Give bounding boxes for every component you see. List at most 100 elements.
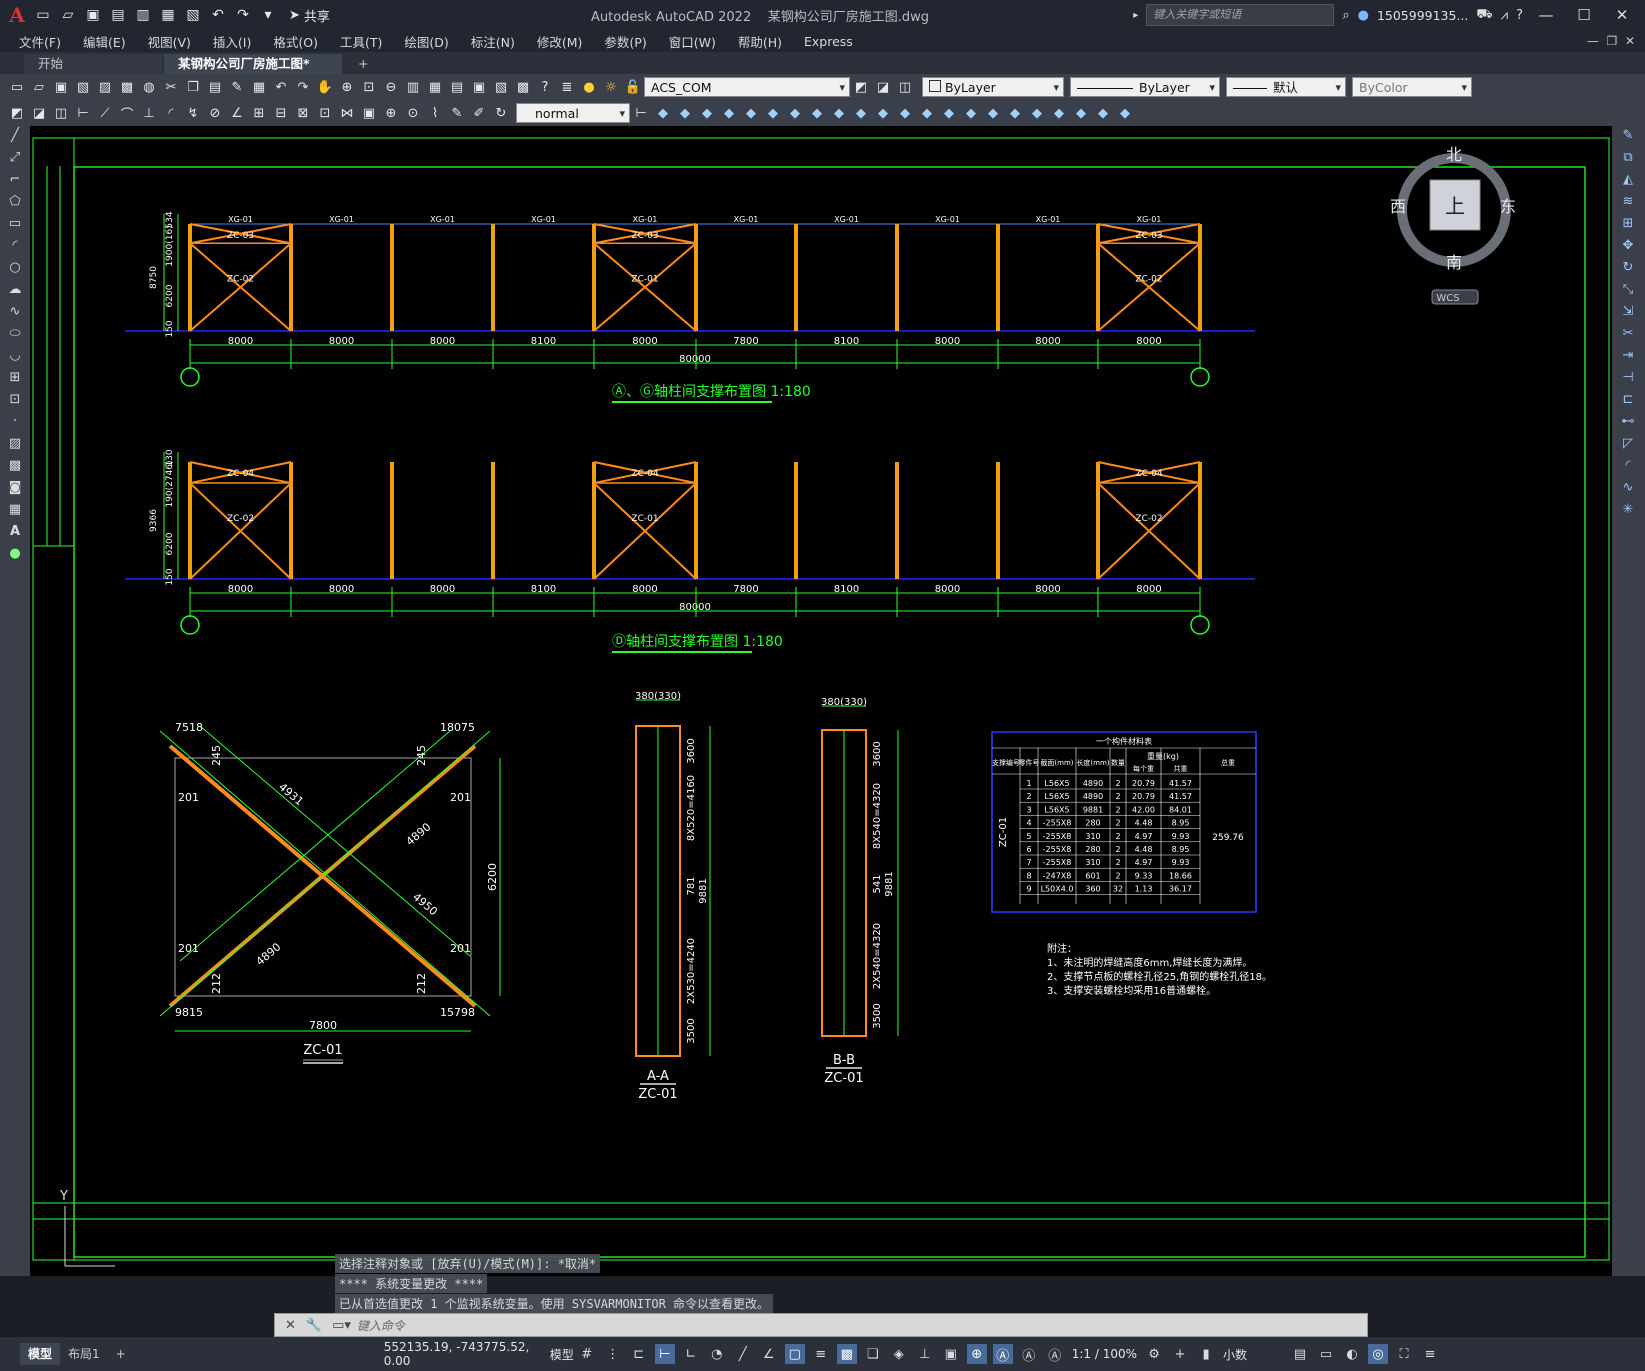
- layer-on-icon[interactable]: ●: [580, 78, 598, 96]
- layer-state-icon[interactable]: ◫: [896, 78, 914, 96]
- explode-icon[interactable]: ✳: [1616, 502, 1640, 522]
- dim-baseline-icon[interactable]: ⊟: [272, 104, 290, 122]
- clean-screen-icon[interactable]: ⛶: [1394, 1344, 1414, 1364]
- redo-icon[interactable]: ↷: [233, 6, 253, 24]
- lock-ui-icon[interactable]: ▭: [1316, 1344, 1336, 1364]
- layer-previous-icon[interactable]: ◪: [874, 78, 892, 96]
- offset-icon[interactable]: ≋: [1616, 194, 1640, 214]
- object-snap-tracking-icon[interactable]: ∠: [759, 1344, 779, 1364]
- compass-east[interactable]: 东: [1500, 197, 1516, 216]
- 3dalign-icon[interactable]: ◆: [1094, 104, 1112, 122]
- annotation-scale-icon[interactable]: Ⓐ: [1045, 1344, 1065, 1364]
- line-icon[interactable]: ╱: [3, 128, 27, 148]
- tool-palettes-icon[interactable]: ▤: [448, 78, 466, 96]
- dim-edit-icon[interactable]: ✎: [448, 104, 466, 122]
- cut-icon[interactable]: ✂: [162, 78, 180, 96]
- tab-start[interactable]: 开始: [24, 54, 162, 74]
- tolerance-icon[interactable]: ▣: [360, 104, 378, 122]
- wedge-icon[interactable]: ◆: [764, 104, 782, 122]
- pyramid-icon[interactable]: ◆: [786, 104, 804, 122]
- jogged-linear-icon[interactable]: ⌇: [426, 104, 444, 122]
- open-file-icon[interactable]: ▱: [58, 6, 78, 24]
- menu-file[interactable]: 文件(F): [8, 32, 72, 51]
- recent-commands-icon[interactable]: ▭▾: [332, 1318, 351, 1333]
- region-icon[interactable]: ◙: [3, 480, 27, 500]
- menu-format[interactable]: 格式(O): [262, 32, 329, 51]
- gizmo-icon[interactable]: ⊕: [966, 1344, 987, 1364]
- box-icon[interactable]: ◆: [654, 104, 672, 122]
- compass-west[interactable]: 西: [1390, 197, 1406, 216]
- layer-dropdown[interactable]: ACS_COM: [644, 77, 850, 98]
- thicken-icon[interactable]: ◆: [1006, 104, 1024, 122]
- break-icon[interactable]: ⊏: [1616, 392, 1640, 412]
- dim-continue-icon[interactable]: ⊠: [294, 104, 312, 122]
- dim-style-icon[interactable]: ⊢: [632, 104, 650, 122]
- dim-space-icon[interactable]: ⊡: [316, 104, 334, 122]
- save-icon[interactable]: ▣: [83, 6, 103, 24]
- help-icon[interactable]: ?: [536, 78, 554, 96]
- menu-express[interactable]: Express: [793, 34, 864, 49]
- arc-icon[interactable]: ◜: [3, 238, 27, 258]
- search-input[interactable]: 键入关键字或短语: [1146, 4, 1335, 26]
- sweep-icon[interactable]: ◆: [874, 104, 892, 122]
- union-icon[interactable]: ◆: [918, 104, 936, 122]
- share-button[interactable]: ➤ 共享: [289, 6, 330, 25]
- move-icon[interactable]: ✥: [1616, 238, 1640, 258]
- selection-filter-icon[interactable]: ▣: [941, 1344, 961, 1364]
- layer-match-icon[interactable]: ◩: [8, 104, 26, 122]
- new-tab-button[interactable]: +: [344, 54, 382, 74]
- command-close-icon[interactable]: ✕: [285, 1318, 296, 1333]
- mtext-icon[interactable]: A: [3, 524, 27, 544]
- dim-update-icon[interactable]: ↻: [492, 104, 510, 122]
- dim-style-dropdown[interactable]: normal: [516, 103, 630, 124]
- save-as-icon[interactable]: ▤: [108, 6, 128, 24]
- match-properties-icon[interactable]: ✎: [228, 78, 246, 96]
- rotate-icon[interactable]: ↻: [1616, 260, 1640, 280]
- viewcube[interactable]: 上 北 南 东 西 WCS: [1384, 140, 1544, 310]
- dynamic-input-icon[interactable]: ⊢: [654, 1344, 675, 1364]
- close-icon[interactable]: ✕: [1607, 6, 1637, 24]
- customize-icon[interactable]: 🔧: [306, 1318, 322, 1333]
- snap-mode-icon[interactable]: ⋮: [603, 1344, 623, 1364]
- units-value[interactable]: 小数: [1223, 1346, 1283, 1363]
- blend-icon[interactable]: ∿: [1616, 480, 1640, 500]
- menu-insert[interactable]: 插入(I): [202, 32, 262, 51]
- extrude-icon[interactable]: ◆: [808, 104, 826, 122]
- ortho-icon[interactable]: ∟: [681, 1344, 701, 1364]
- auto-scale-icon[interactable]: Ⓐ: [1019, 1344, 1039, 1364]
- dim-arc-icon[interactable]: ⌒: [118, 104, 136, 123]
- infer-constraints-icon[interactable]: ⊏: [629, 1344, 649, 1364]
- 3d-osnap-icon[interactable]: ◈: [889, 1344, 909, 1364]
- add-layout-button[interactable]: +: [108, 1343, 134, 1365]
- break-point-icon[interactable]: ⊣: [1616, 370, 1640, 390]
- tab-drawing[interactable]: 某钢构公司厂房施工图* ✕: [164, 54, 342, 91]
- layer-walk-icon[interactable]: ◫: [52, 104, 70, 122]
- cylinder-icon[interactable]: ◆: [676, 104, 694, 122]
- annotation-visibility-icon[interactable]: Ⓐ: [992, 1344, 1013, 1364]
- properties-icon[interactable]: ▥: [404, 78, 422, 96]
- erase-icon[interactable]: ✎: [1616, 128, 1640, 148]
- tab-model[interactable]: 模型: [20, 1343, 61, 1365]
- lineweight-icon[interactable]: ≡: [811, 1344, 831, 1364]
- 3dmove-icon[interactable]: ◆: [1050, 104, 1068, 122]
- make-block-icon[interactable]: ⊡: [3, 392, 27, 412]
- zoom-previous-icon[interactable]: ⊖: [382, 78, 400, 96]
- object-snap-icon[interactable]: ▢: [784, 1344, 805, 1364]
- autocad-logo-icon[interactable]: A: [6, 4, 28, 26]
- menu-modify[interactable]: 修改(M): [526, 32, 594, 51]
- selection-cycling-icon[interactable]: ❏: [863, 1344, 883, 1364]
- minimize-icon[interactable]: —: [1531, 6, 1561, 24]
- open-icon[interactable]: ▱: [30, 78, 48, 96]
- transparency-icon[interactable]: ▩: [836, 1344, 857, 1364]
- dynamic-ucs-icon[interactable]: ⊥: [915, 1344, 935, 1364]
- dim-ordinate-icon[interactable]: ⊥: [140, 104, 158, 122]
- stretch-icon[interactable]: ⇲: [1616, 304, 1640, 324]
- menu-draw[interactable]: 绘图(D): [393, 32, 459, 51]
- dim-radius-icon[interactable]: ◜: [162, 104, 180, 122]
- tab-layout1[interactable]: 布局1: [60, 1343, 108, 1365]
- 3d-print-icon[interactable]: ◍: [140, 78, 158, 96]
- array-icon[interactable]: ⊞: [1616, 216, 1640, 236]
- redo-icon[interactable]: ↷: [294, 78, 312, 96]
- torus-icon[interactable]: ◆: [742, 104, 760, 122]
- layer-properties-icon[interactable]: ≣: [558, 78, 576, 96]
